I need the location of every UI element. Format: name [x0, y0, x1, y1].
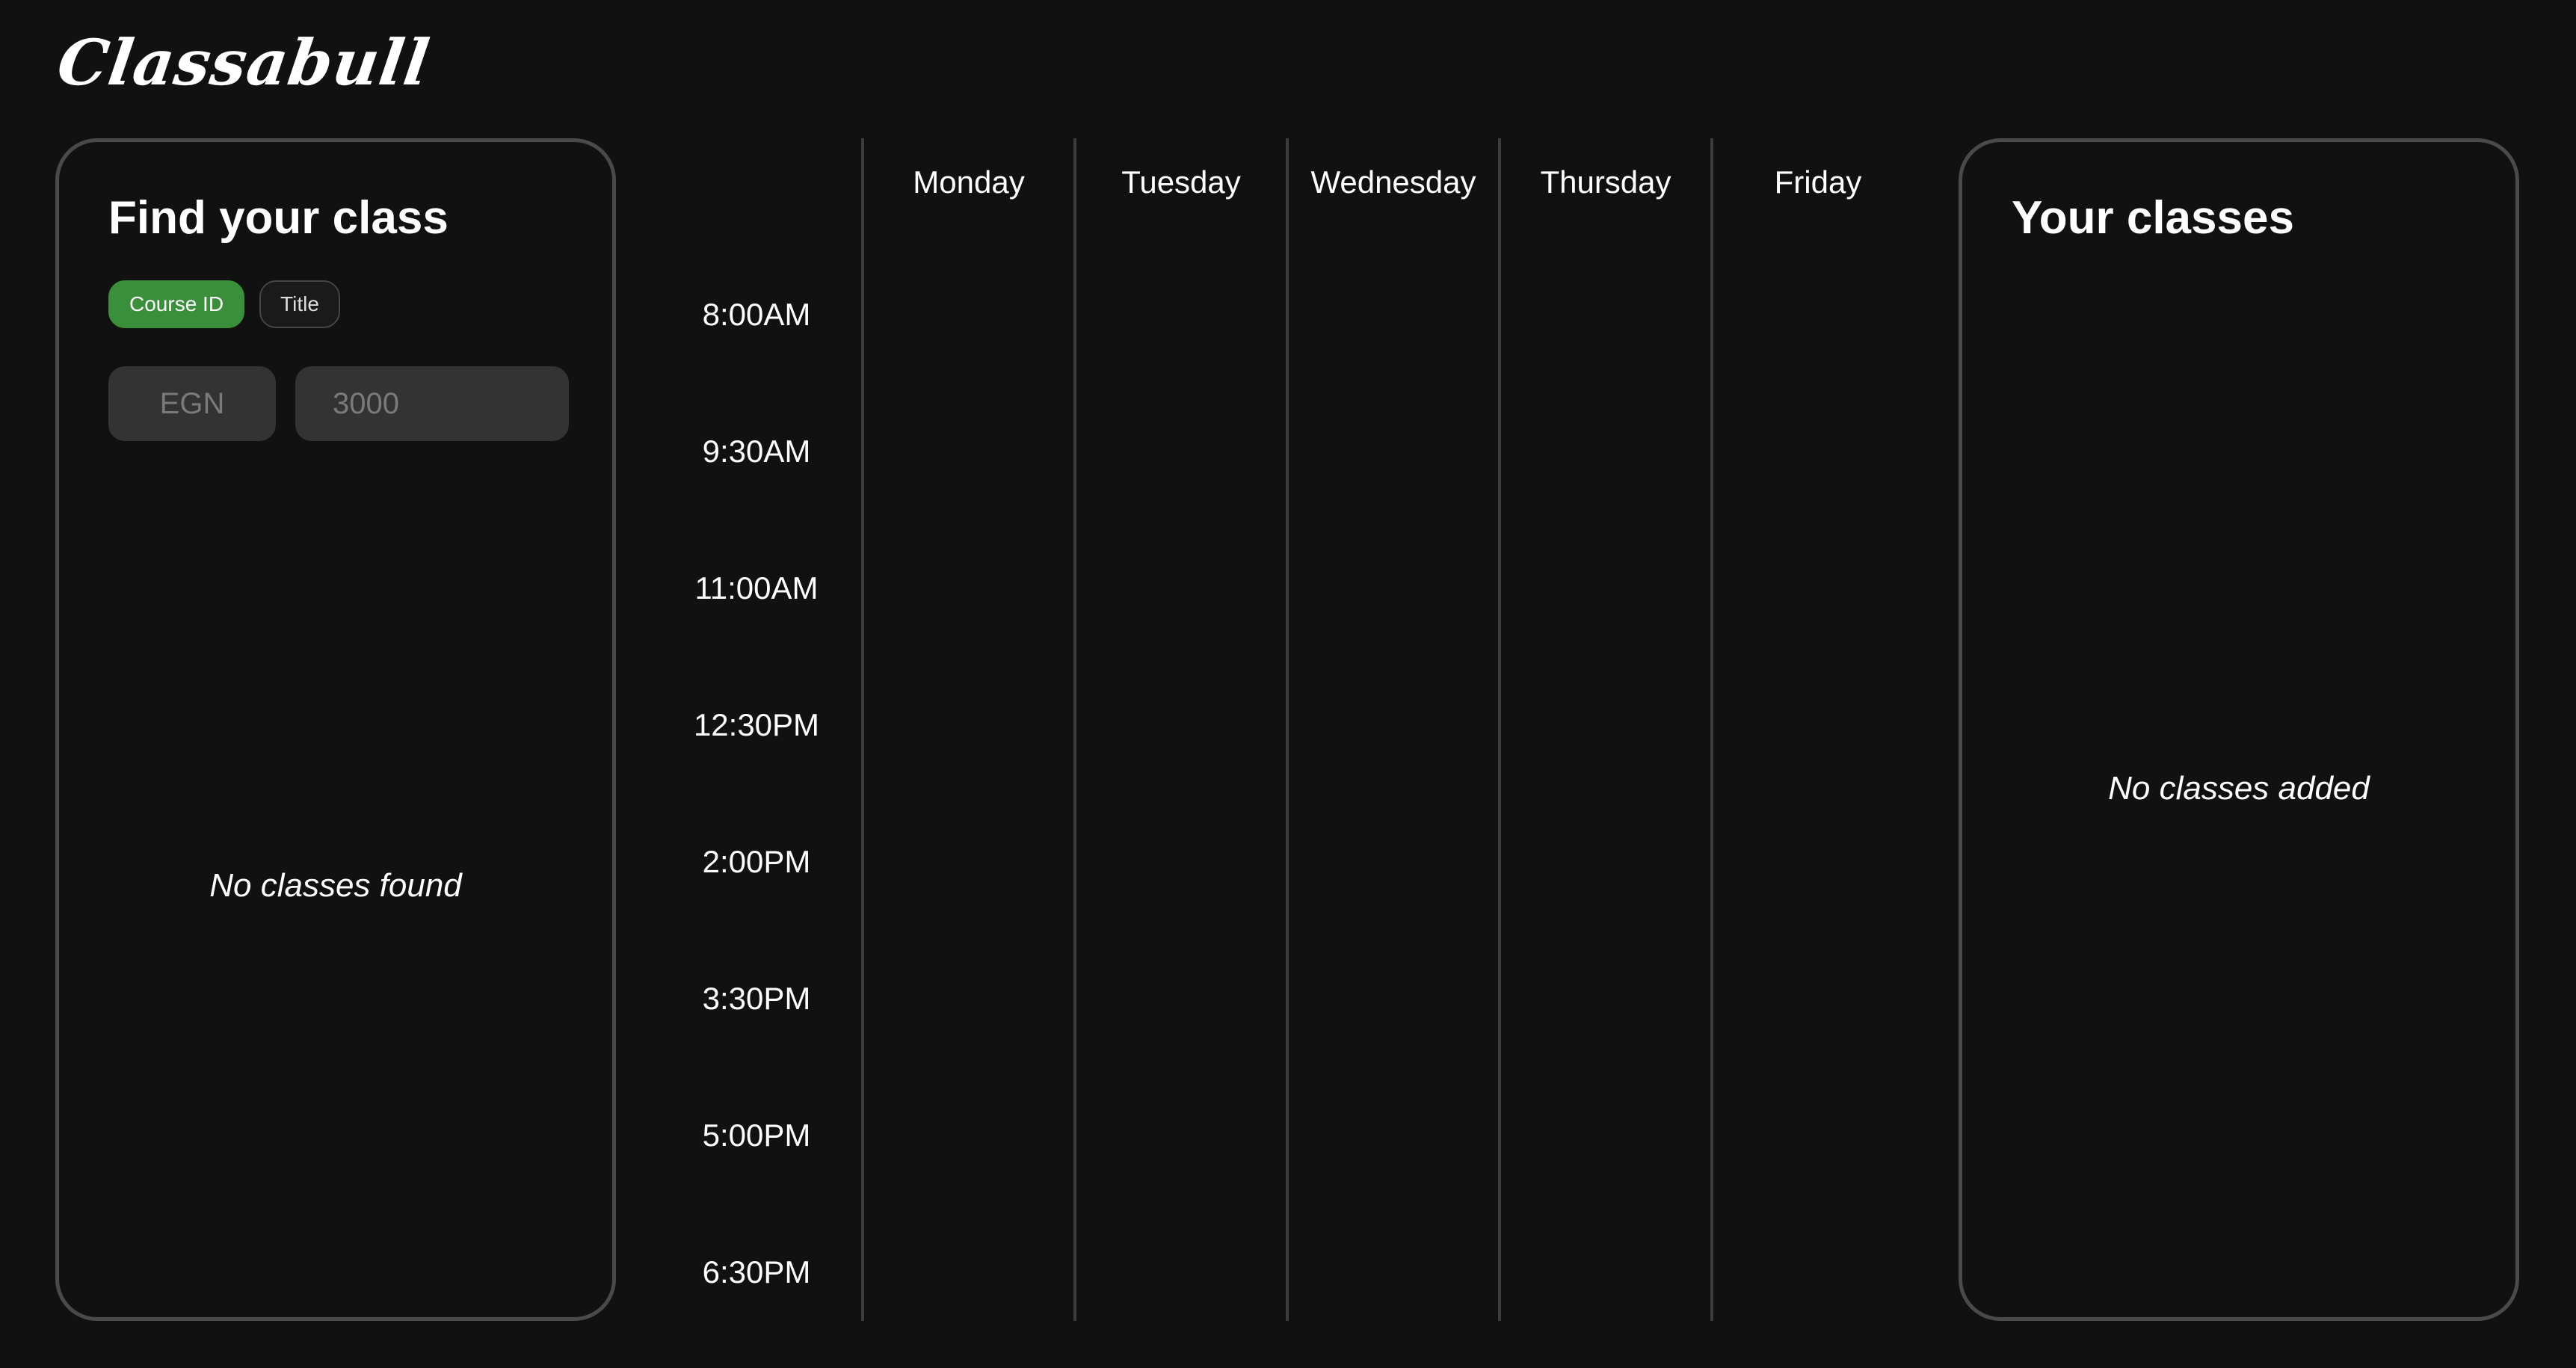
day-header-thursday: Thursday: [1540, 164, 1671, 200]
no-classes-added-message: No classes added: [2108, 770, 2370, 807]
time-label: 3:30PM: [702, 981, 811, 1016]
schedule-divider: [861, 138, 864, 1321]
day-header-tuesday: Tuesday: [1121, 164, 1241, 200]
course-id-inputs: [108, 366, 569, 441]
time-label: 9:30AM: [702, 434, 811, 469]
time-label: 6:30PM: [702, 1254, 811, 1290]
time-label: 8:00AM: [702, 297, 811, 332]
schedule-divider: [1286, 138, 1289, 1321]
time-label: 11:00AM: [694, 570, 819, 606]
your-classes-title: Your classes: [2012, 192, 2294, 244]
department-input[interactable]: [108, 366, 276, 441]
time-label: 2:00PM: [702, 844, 811, 879]
day-header-wednesday: Wednesday: [1310, 164, 1476, 200]
schedule-divider: [1073, 138, 1076, 1321]
day-header-friday: Friday: [1774, 164, 1862, 200]
title-toggle[interactable]: Title: [259, 280, 340, 328]
course-number-input[interactable]: [295, 366, 569, 441]
search-mode-toggle: Course ID Title: [108, 280, 340, 328]
schedule-divider: [1498, 138, 1501, 1321]
time-label: 12:30PM: [693, 707, 820, 742]
find-class-panel: Find your class Course ID Title No class…: [55, 138, 616, 1321]
day-header-monday: Monday: [913, 164, 1025, 200]
app-root: Classabull Find your class Course ID Tit…: [0, 0, 2576, 1368]
no-classes-found-message: No classes found: [209, 867, 462, 904]
course-id-toggle[interactable]: Course ID: [108, 280, 245, 328]
app-logo: Classabull: [53, 25, 434, 99]
time-label: 5:00PM: [702, 1118, 811, 1153]
your-classes-panel: Your classes No classes added: [1959, 138, 2519, 1321]
find-class-title: Find your class: [108, 192, 449, 244]
schedule-divider: [1710, 138, 1713, 1321]
